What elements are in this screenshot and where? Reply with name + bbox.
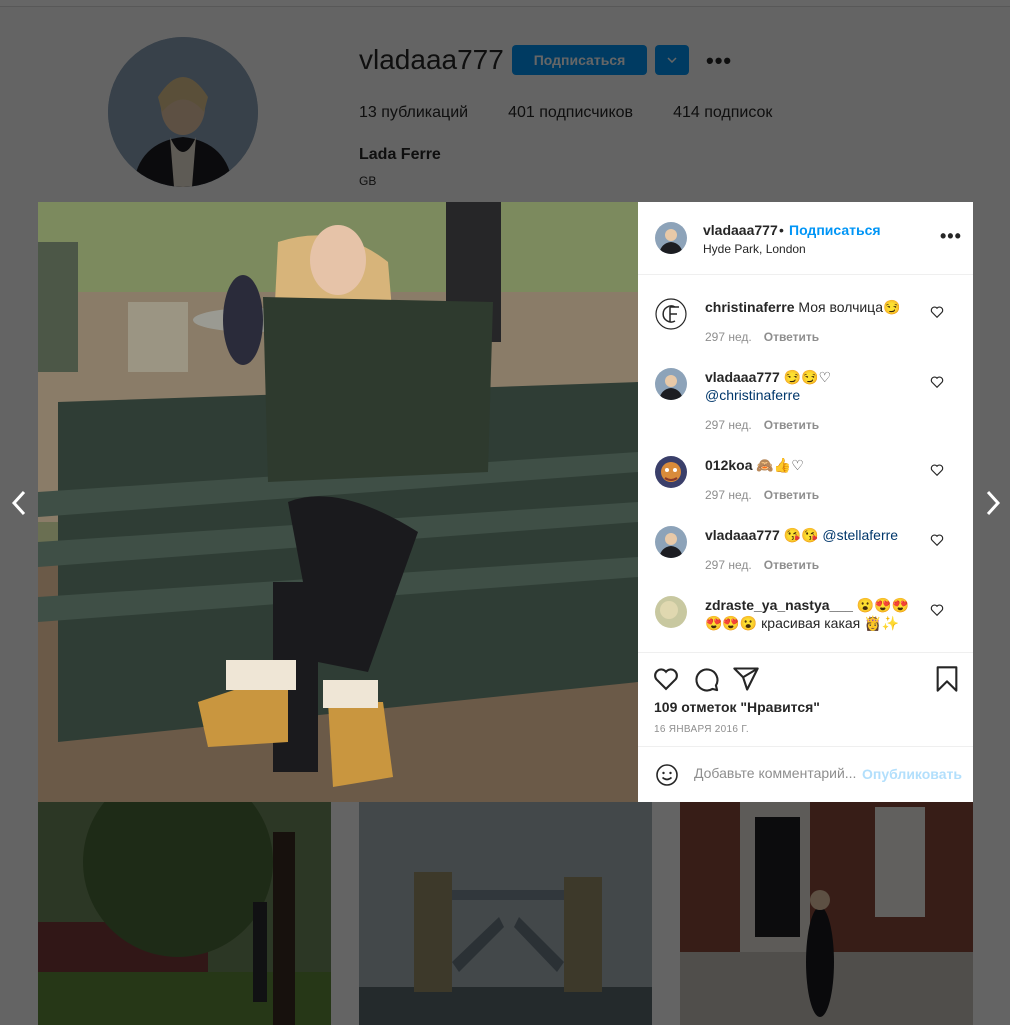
heart-icon[interactable]: [930, 375, 944, 389]
reply-button[interactable]: Ответить: [764, 488, 819, 502]
heart-icon[interactable]: [930, 603, 944, 617]
follow-button[interactable]: Подписаться: [512, 45, 647, 75]
comment-meta: 297 нед. Ответить: [705, 558, 819, 572]
grid-post-thumbnail[interactable]: [680, 802, 973, 1025]
comment-username[interactable]: vladaaa777: [705, 527, 780, 543]
comment-body: Моя волчица😏: [794, 299, 901, 315]
commenter-avatar[interactable]: [655, 368, 687, 400]
posts-count[interactable]: 13 публикаций: [359, 104, 468, 122]
comment-meta: 297 нед. Ответить: [705, 418, 819, 432]
commenter-avatar[interactable]: [655, 456, 687, 488]
comment-time[interactable]: 297 нед.: [705, 330, 752, 344]
comment-time[interactable]: 297 нед.: [705, 488, 752, 502]
profile-stats: 13 публикаций 401 подписчиков 414 подпис…: [359, 104, 772, 122]
comment-meta: 297 нед. Ответить: [705, 488, 819, 502]
profile-avatar[interactable]: [108, 37, 258, 187]
following-count[interactable]: 414 подписок: [673, 104, 772, 122]
chevron-left-icon[interactable]: [8, 488, 30, 518]
post-image[interactable]: [38, 202, 638, 802]
share-icon[interactable]: [732, 665, 760, 693]
comment-text: 012koa 🙈👍♡: [705, 456, 925, 474]
heart-icon[interactable]: [652, 665, 680, 693]
comment-text: christinaferre Моя волчица😏: [705, 298, 925, 316]
heart-icon[interactable]: [930, 463, 944, 477]
post-header: vladaaa777 • Подписаться Hyde Park, Lond…: [638, 202, 973, 275]
followers-count[interactable]: 401 подписчиков: [508, 104, 633, 122]
comment-mention[interactable]: @stellaferre: [822, 527, 898, 543]
comment-meta: 297 нед. Ответить: [705, 330, 819, 344]
grid-post-thumbnail[interactable]: [38, 802, 331, 1025]
heart-icon[interactable]: [930, 533, 944, 547]
chevron-down-icon: [667, 57, 677, 63]
comment-mention[interactable]: @christinaferre: [705, 387, 800, 403]
comment-body: 😏😏♡: [779, 369, 832, 385]
reply-button[interactable]: Ответить: [764, 418, 819, 432]
comment-text: vladaaa777 😏😏♡ @christinaferre: [705, 368, 925, 404]
comment-username[interactable]: vladaaa777: [705, 369, 780, 385]
more-options-icon[interactable]: •••: [706, 48, 732, 74]
post-location[interactable]: Hyde Park, London: [703, 242, 806, 256]
separator-dot: •: [779, 222, 784, 238]
comment-input[interactable]: [694, 765, 859, 781]
emoji-icon[interactable]: [655, 763, 679, 787]
likes-count[interactable]: 109 отметок "Нравится": [654, 699, 820, 715]
post-sidebar: vladaaa777 • Подписаться Hyde Park, Lond…: [638, 202, 973, 802]
profile-username: vladaaa777: [359, 44, 504, 75]
suggestions-dropdown-button[interactable]: [655, 45, 689, 75]
comment-text: vladaaa777 😘😘 @stellaferre: [705, 526, 925, 544]
comment-text: zdraste_ya_nastya___ 😮😍😍😍😍😮 красивая как…: [705, 596, 925, 632]
reply-button[interactable]: Ответить: [764, 330, 819, 344]
comment-body: 🙈👍♡: [752, 457, 804, 473]
commenter-avatar[interactable]: [655, 298, 687, 330]
more-options-icon[interactable]: •••: [940, 226, 962, 247]
post-author-username[interactable]: vladaaa777: [703, 222, 778, 238]
comment-time[interactable]: 297 нед.: [705, 558, 752, 572]
commenter-avatar[interactable]: [655, 596, 687, 628]
comment-username[interactable]: 012koa: [705, 457, 752, 473]
post-date[interactable]: 16 ЯНВАРЯ 2016 Г.: [654, 724, 749, 735]
comment-icon[interactable]: [692, 665, 720, 693]
comment-username[interactable]: christinaferre: [705, 299, 794, 315]
add-comment-bar: Опубликовать: [638, 746, 973, 803]
comment-username[interactable]: zdraste_ya_nastya___: [705, 597, 853, 613]
heart-icon[interactable]: [930, 305, 944, 319]
comment-body: 😘😘: [779, 527, 823, 543]
reply-button[interactable]: Ответить: [764, 558, 819, 572]
profile-full-name: Lada Ferre: [359, 146, 441, 163]
post-grid: [38, 802, 973, 1025]
top-nav-bar: [0, 0, 1010, 7]
chevron-right-icon[interactable]: [982, 488, 1004, 518]
bookmark-icon[interactable]: [933, 665, 961, 693]
grid-post-thumbnail[interactable]: [359, 802, 652, 1025]
comment-time[interactable]: 297 нед.: [705, 418, 752, 432]
commenter-avatar[interactable]: [655, 526, 687, 558]
follow-link[interactable]: Подписаться: [789, 222, 881, 238]
author-avatar[interactable]: [655, 222, 687, 254]
profile-bio: GB: [359, 174, 377, 188]
publish-button[interactable]: Опубликовать: [862, 766, 962, 782]
